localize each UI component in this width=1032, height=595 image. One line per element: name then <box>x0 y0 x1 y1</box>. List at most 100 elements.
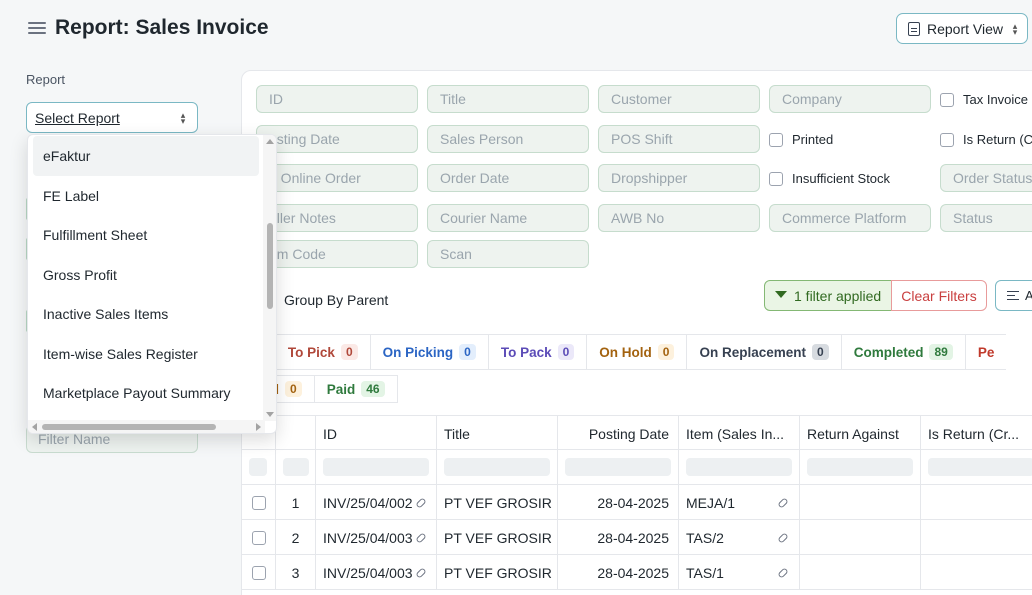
tab-on-picking[interactable]: On Picking 0 <box>369 334 488 370</box>
filter-applied-button[interactable]: 1 filter applied <box>764 280 892 311</box>
column-header-title[interactable]: Title <box>437 416 558 451</box>
cell-id[interactable]: INV/25/04/003 <box>316 555 437 590</box>
cell-id[interactable]: INV/25/04/003 <box>316 520 437 555</box>
filter-commerce-platform[interactable]: Commerce Platform <box>769 204 931 232</box>
cell-item[interactable]: TAS/2 <box>679 520 800 555</box>
filter-cell-id[interactable] <box>316 450 437 485</box>
scroll-up-icon[interactable] <box>266 139 274 144</box>
filter-scan[interactable]: Scan <box>427 240 589 268</box>
filter-order-date[interactable]: Order Date <box>427 164 589 192</box>
tab-count: 0 <box>812 344 829 360</box>
tab-paid[interactable]: Paid 46 <box>313 375 398 403</box>
filter-status[interactable]: Status <box>940 204 1032 232</box>
scroll-down-icon[interactable] <box>266 412 274 417</box>
row-checkbox[interactable] <box>252 530 266 545</box>
column-header-posting-date[interactable]: Posting Date <box>558 416 679 451</box>
tab-count: 89 <box>929 344 953 360</box>
link-icon[interactable] <box>415 532 427 544</box>
clear-filters-button[interactable]: Clear Filters <box>891 280 987 311</box>
cell-title[interactable]: PT VEF GROSIR <box>437 485 558 520</box>
cell-return-against[interactable] <box>800 555 921 590</box>
table-row: 3 INV/25/04/003 PT VEF GROSIR 28-04-2025… <box>242 555 1032 590</box>
menu-item-fe-label[interactable]: FE Label <box>33 176 259 216</box>
link-icon[interactable] <box>777 567 789 579</box>
tab-to-pack[interactable]: To Pack 0 <box>487 334 587 370</box>
cell-return-against[interactable] <box>800 520 921 555</box>
tab-count: 46 <box>361 381 385 397</box>
tab-label: Completed <box>853 344 924 360</box>
tab-on-hold[interactable]: On Hold 0 <box>586 334 687 370</box>
filter-cell-is-return[interactable] <box>921 450 1032 485</box>
cell-is-return[interactable] <box>921 485 1032 520</box>
row-number: 2 <box>276 520 316 555</box>
scrollbar-thumb[interactable] <box>42 424 216 430</box>
link-icon[interactable] <box>415 567 427 579</box>
checkbox-insufficient-stock[interactable]: Insufficient Stock <box>769 171 890 186</box>
scroll-left-icon[interactable] <box>32 423 37 431</box>
tab-to-pick[interactable]: To Pick 0 <box>274 334 370 370</box>
cell-posting-date[interactable]: 28-04-2025 <box>558 485 679 520</box>
filter-dropshipper[interactable]: Dropshipper <box>598 164 760 192</box>
column-header-item[interactable]: Item (Sales In... <box>679 416 800 451</box>
menu-item-fulfillment-sheet[interactable]: Fulfillment Sheet <box>33 215 259 255</box>
filter-cell-item[interactable] <box>679 450 800 485</box>
cell-item[interactable]: MEJA/1 <box>679 485 800 520</box>
cell-id[interactable]: INV/25/04/002 <box>316 485 437 520</box>
select-report-menu: eFaktur FE Label Fulfillment Sheet Gross… <box>27 134 277 434</box>
cell-is-return[interactable] <box>921 555 1032 590</box>
filter-cell-posting-date[interactable] <box>558 450 679 485</box>
scrollbar-thumb[interactable] <box>267 223 273 309</box>
checkbox-printed[interactable]: Printed <box>769 132 833 147</box>
report-view-button[interactable]: Report View ▴ ▾ <box>896 13 1028 44</box>
filter-customer[interactable]: Customer <box>598 85 760 113</box>
cell-title[interactable]: PT VEF GROSIR <box>437 520 558 555</box>
link-icon[interactable] <box>415 497 427 509</box>
sort-button[interactable]: A <box>995 280 1032 311</box>
cell-return-against[interactable] <box>800 485 921 520</box>
tab-completed[interactable]: Completed 89 <box>840 334 965 370</box>
cell-is-return[interactable] <box>921 520 1032 555</box>
cell-item[interactable]: TAS/1 <box>679 555 800 590</box>
menu-item-gross-profit[interactable]: Gross Profit <box>33 255 259 295</box>
row-checkbox[interactable] <box>252 565 266 580</box>
link-icon[interactable] <box>777 497 789 509</box>
checkbox-tax-invoice[interactable]: Tax Invoice C <box>940 92 1032 107</box>
filter-id[interactable]: ID <box>256 85 418 113</box>
filter-company[interactable]: Company <box>769 85 931 113</box>
filter-seller-notes[interactable]: eller Notes <box>256 204 418 232</box>
filter-sales-person[interactable]: Sales Person <box>427 125 589 153</box>
menu-item-item-wise-sales-register[interactable]: Item-wise Sales Register <box>33 334 259 374</box>
cell-posting-date[interactable]: 28-04-2025 <box>558 520 679 555</box>
column-header-id[interactable]: ID <box>316 416 437 451</box>
row-select-cell <box>242 555 276 590</box>
horizontal-scrollbar[interactable] <box>28 420 265 433</box>
tab-on-replacement[interactable]: On Replacement 0 <box>686 334 841 370</box>
filter-pos-shift[interactable]: POS Shift <box>598 125 760 153</box>
filter-cell-title[interactable] <box>437 450 558 485</box>
filter-cell-return-against[interactable] <box>800 450 921 485</box>
column-header-is-return[interactable]: Is Return (Cr... <box>921 416 1032 451</box>
menu-icon[interactable] <box>28 20 46 36</box>
scroll-right-icon[interactable] <box>256 423 261 431</box>
filter-awb-no[interactable]: AWB No <box>598 204 760 232</box>
column-header-return-against[interactable]: Return Against <box>800 416 921 451</box>
menu-item-marketplace-payout-summary[interactable]: Marketplace Payout Summary <box>33 373 259 413</box>
filter-posting-date[interactable]: osting Date <box>256 125 418 153</box>
vertical-scrollbar[interactable] <box>263 135 276 421</box>
group-by-parent-label[interactable]: Group By Parent <box>284 292 388 308</box>
filter-item-code[interactable]: em Code <box>256 240 418 268</box>
cell-title[interactable]: PT VEF GROSIR <box>437 555 558 590</box>
select-report-dropdown[interactable]: Select Report ▴ ▾ <box>26 102 198 133</box>
menu-item-efaktur[interactable]: eFaktur <box>33 136 259 176</box>
cell-posting-date[interactable]: 28-04-2025 <box>558 555 679 590</box>
menu-item-inactive-sales-items[interactable]: Inactive Sales Items <box>33 294 259 334</box>
filter-order-status[interactable]: Order Status <box>940 164 1032 192</box>
tab-count: 0 <box>459 344 476 360</box>
link-icon[interactable] <box>777 532 789 544</box>
checkbox-is-return[interactable]: Is Return (Cr <box>940 132 1032 147</box>
row-checkbox[interactable] <box>252 495 266 510</box>
tab-pending[interactable]: Pe <box>964 334 1007 370</box>
filter-courier-name[interactable]: Courier Name <box>427 204 589 232</box>
filter-title[interactable]: Title <box>427 85 589 113</box>
filter-online-order[interactable]: o Online Order <box>256 164 418 192</box>
